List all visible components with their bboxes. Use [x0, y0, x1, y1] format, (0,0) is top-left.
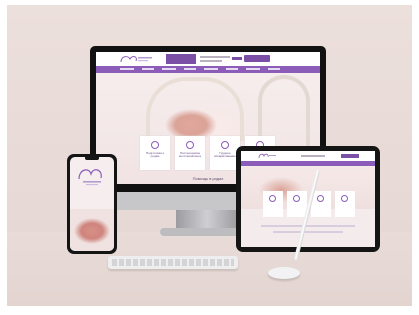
- phone-notch: [85, 157, 99, 160]
- circle-icon: [293, 195, 300, 202]
- nav-item[interactable]: [142, 68, 154, 70]
- mouse: [268, 267, 300, 279]
- website-header: [96, 52, 320, 66]
- image-border: [412, 0, 419, 315]
- circle-icon: [151, 141, 159, 149]
- site-logo[interactable]: [257, 153, 277, 159]
- service-card-label: Подготовка к родам: [146, 152, 164, 159]
- service-card[interactable]: Подготовка к родам: [140, 136, 170, 170]
- service-card-label: Грудное вскармливание: [214, 152, 236, 159]
- header-text-line: [200, 60, 222, 62]
- image-border: [0, 0, 7, 315]
- circle-icon: [269, 195, 276, 202]
- keyboard-keys: [112, 259, 234, 266]
- smartphone-device: [67, 154, 117, 254]
- site-logo[interactable]: [75, 165, 109, 187]
- phone-screen: [70, 157, 114, 251]
- tablet-header: [241, 151, 375, 161]
- website-nav-bar: [96, 66, 320, 73]
- circle-icon: [186, 141, 194, 149]
- hero-decor-arch: [146, 77, 244, 141]
- nav-item[interactable]: [204, 68, 218, 70]
- tablet-text-line: [261, 225, 355, 227]
- header-cta-button[interactable]: [244, 55, 270, 62]
- phone-hero-image: [70, 209, 114, 251]
- site-logo[interactable]: [118, 54, 154, 64]
- header-text-line: [200, 56, 230, 58]
- nav-item[interactable]: [226, 68, 238, 70]
- mockup-scene: Подготовка к родам Послеродовое восстано…: [0, 0, 419, 315]
- service-card-label: Послеродовое восстановление: [179, 152, 201, 159]
- nav-item[interactable]: [268, 68, 280, 70]
- service-card[interactable]: [311, 191, 331, 217]
- service-card[interactable]: [335, 191, 355, 217]
- nav-item[interactable]: [246, 68, 260, 70]
- service-card[interactable]: [263, 191, 283, 217]
- circle-icon: [221, 141, 229, 149]
- header-phone: [232, 57, 242, 60]
- keyboard: [108, 256, 238, 269]
- circle-icon: [341, 195, 348, 202]
- nav-item[interactable]: [184, 68, 196, 70]
- circle-icon: [317, 195, 324, 202]
- header-highlight-box[interactable]: [166, 54, 196, 64]
- tablet-text-line: [273, 231, 343, 233]
- header-cta-button[interactable]: [341, 154, 359, 158]
- service-card[interactable]: [287, 191, 307, 217]
- nav-item[interactable]: [120, 68, 134, 70]
- service-card[interactable]: Послеродовое восстановление: [175, 136, 205, 170]
- image-border: [0, 306, 419, 315]
- header-text-line: [301, 155, 325, 157]
- nav-item[interactable]: [162, 68, 176, 70]
- image-border: [0, 0, 419, 5]
